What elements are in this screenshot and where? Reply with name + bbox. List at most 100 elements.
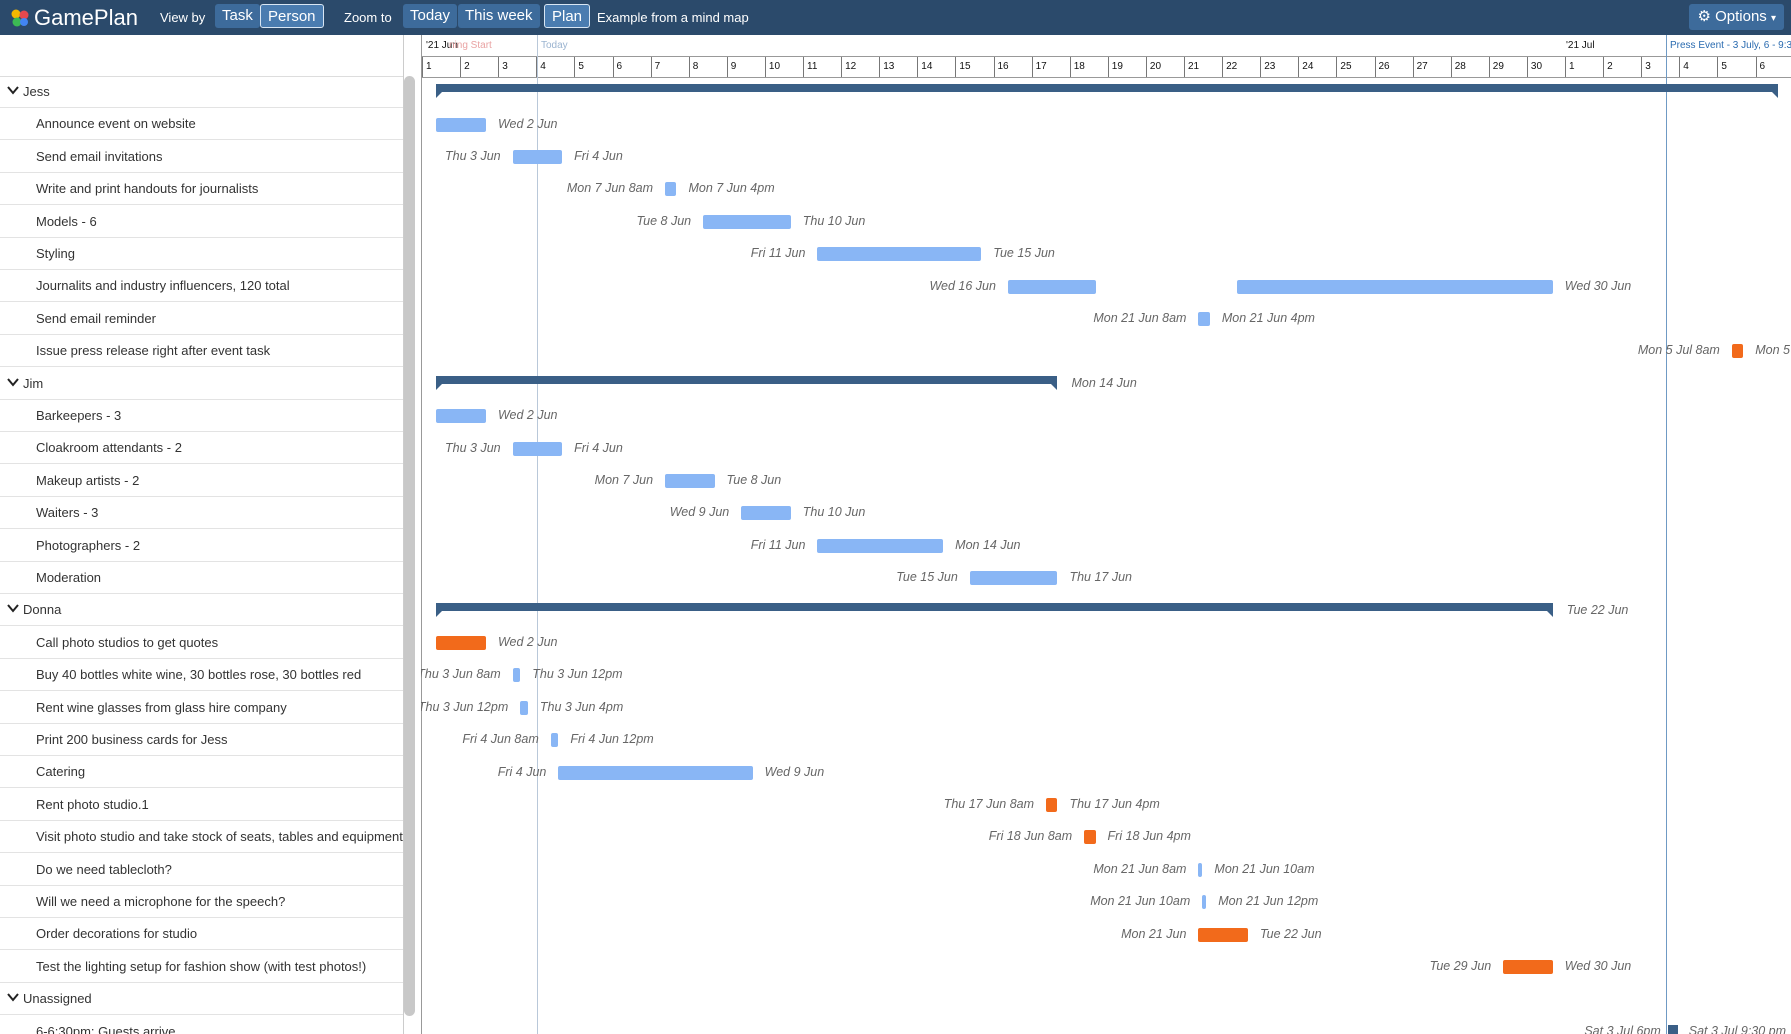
task-end-date: Sat 3 Jul 9:30 pm [1688,1023,1787,1034]
group-row[interactable]: Donna [0,594,403,627]
chevron-down-icon[interactable] [7,84,19,96]
task-row[interactable]: Cloakroom attendants - 2 [0,432,403,465]
task-row[interactable]: Buy 40 bottles white wine, 30 bottles ro… [0,659,403,692]
day-header-cell: 2 [1603,57,1641,77]
task-row[interactable]: Announce event on website [0,108,403,141]
task-label: Rent photo studio.1 [36,796,149,812]
task-bar[interactable] [1084,830,1096,845]
task-row[interactable]: Visit photo studio and take stock of sea… [0,821,403,854]
task-start-date: Fri 4 Jun 8am [462,732,539,747]
task-bar[interactable] [817,247,982,262]
task-bar[interactable] [512,668,521,683]
app-logo[interactable]: GamePlan [10,5,138,30]
day-header-cell: 10 [764,57,803,77]
options-button[interactable]: ⚙ Options ▾ [1689,4,1784,30]
task-bar[interactable] [1046,798,1058,812]
day-header: 1 2 3 4 5 6 7 8 9 10 11 12 13 14 15 16 17 18 19 20 21 22 23 24 2… [421,56,1791,78]
task-label: Models - 6 [36,213,97,229]
day-header-cell: 1 [422,57,460,77]
task-row[interactable]: Print 200 business cards for Jess [0,724,403,756]
task-row[interactable]: Order decorations for studio [0,918,403,951]
task-bar[interactable] [665,474,715,488]
task-bar[interactable] [1202,895,1207,910]
task-row[interactable]: Test the lighting setup for fashion show… [0,951,403,983]
task-bar[interactable] [558,765,753,780]
task-start-date: Thu 3 Jun [445,149,501,163]
task-row[interactable]: Write and print handouts for journalists [0,173,403,206]
zoom-week-button[interactable]: This week [458,4,540,28]
task-bar[interactable] [703,214,791,229]
group-row[interactable]: Jess [0,76,403,108]
day-header-cell: 4 [536,57,574,77]
milestone-icon[interactable] [1667,1024,1678,1034]
task-row[interactable]: Barkeepers - 3 [0,400,403,432]
group-summary-bar[interactable] [436,84,1778,99]
task-end-date: Fri 4 Jun [574,149,623,163]
task-bar[interactable] [512,441,563,456]
group-label: Jess [23,84,50,99]
task-row[interactable]: Issue press release right after event ta… [0,335,403,368]
group-row[interactable]: Jim [0,368,403,400]
task-row[interactable]: Call photo studios to get quotes [0,627,403,659]
view-task-button[interactable]: Task [215,4,260,28]
task-bar[interactable] [1198,862,1203,877]
task-bar[interactable] [550,733,559,748]
task-label: Order decorations for studio [36,926,198,942]
zoom-plan-button[interactable]: Plan [544,4,591,28]
task-bar[interactable] [665,182,677,197]
task-bar[interactable] [1236,279,1553,294]
task-row[interactable]: Styling [0,238,403,270]
task-label: Visit photo studio and take stock of sea… [36,829,403,845]
task-row[interactable]: Send email invitations [0,141,403,173]
today-marker: Today [541,40,568,51]
task-row[interactable]: Catering [0,756,403,789]
day-header-cell: 11 [803,57,841,77]
day-header-cell: 24 [1298,57,1336,77]
task-list-scrollbar[interactable] [404,76,415,1016]
task-row[interactable]: Send email reminder [0,303,403,335]
task-bar[interactable] [1731,344,1744,359]
task-end-date: Fri 4 Jun [574,440,623,455]
group-summary-bar[interactable] [436,375,1058,390]
task-bar[interactable] [436,636,486,650]
task-start-date: Tue 8 Jun [636,213,692,228]
task-row[interactable]: Makeup artists - 2 [0,465,403,497]
chevron-down-icon[interactable] [7,376,19,388]
group-summary-bar[interactable] [436,602,1554,617]
task-bar[interactable] [1198,312,1210,326]
task-bar[interactable] [436,409,486,424]
task-bar[interactable] [436,117,486,132]
task-end-date: Wed 30 Jun [1564,278,1632,293]
task-end-date: Wed 2 Jun [497,116,558,131]
chevron-down-icon[interactable] [7,991,19,1003]
view-person-button[interactable]: Person [260,4,324,28]
task-row[interactable]: Photographers - 2 [0,530,403,562]
task-row[interactable]: Do we need tablecloth? [0,854,403,886]
task-bar[interactable] [969,571,1058,586]
task-bar[interactable] [1198,927,1248,942]
task-bar[interactable] [817,538,944,553]
task-bar[interactable] [520,700,528,715]
task-end-date: Tue 8 Jun [726,473,782,487]
task-bar[interactable] [741,506,791,521]
task-row[interactable]: 6-6:30pm: Guests arrive [0,1016,403,1034]
task-row[interactable]: Will we need a microphone for the speech… [0,886,403,918]
task-bar[interactable] [512,150,563,164]
zoom-today-button[interactable]: Today [403,4,458,28]
task-row[interactable]: Waiters - 3 [0,497,403,530]
task-row[interactable]: Journalits and industry influencers, 120… [0,270,403,303]
day-header-cell: 13 [879,57,917,77]
task-label: Makeup artists - 2 [36,472,140,488]
group-row[interactable]: Unassigned [0,983,403,1016]
chevron-down-icon[interactable] [7,602,19,614]
task-row[interactable]: Models - 6 [0,206,403,238]
task-end-date: Thu 17 Jun [1069,570,1132,585]
task-end-date: Thu 17 Jun 4pm [1069,797,1160,811]
task-row[interactable]: Rent wine glasses from glass hire compan… [0,692,403,724]
task-bar[interactable] [1503,960,1553,974]
task-bar[interactable] [1007,279,1096,294]
task-end-date: Fri 18 Jun 4pm [1107,829,1191,844]
task-label: Journalits and industry influencers, 120… [36,278,290,294]
task-row[interactable]: Rent photo studio.1 [0,789,403,821]
task-row[interactable]: Moderation [0,562,403,594]
